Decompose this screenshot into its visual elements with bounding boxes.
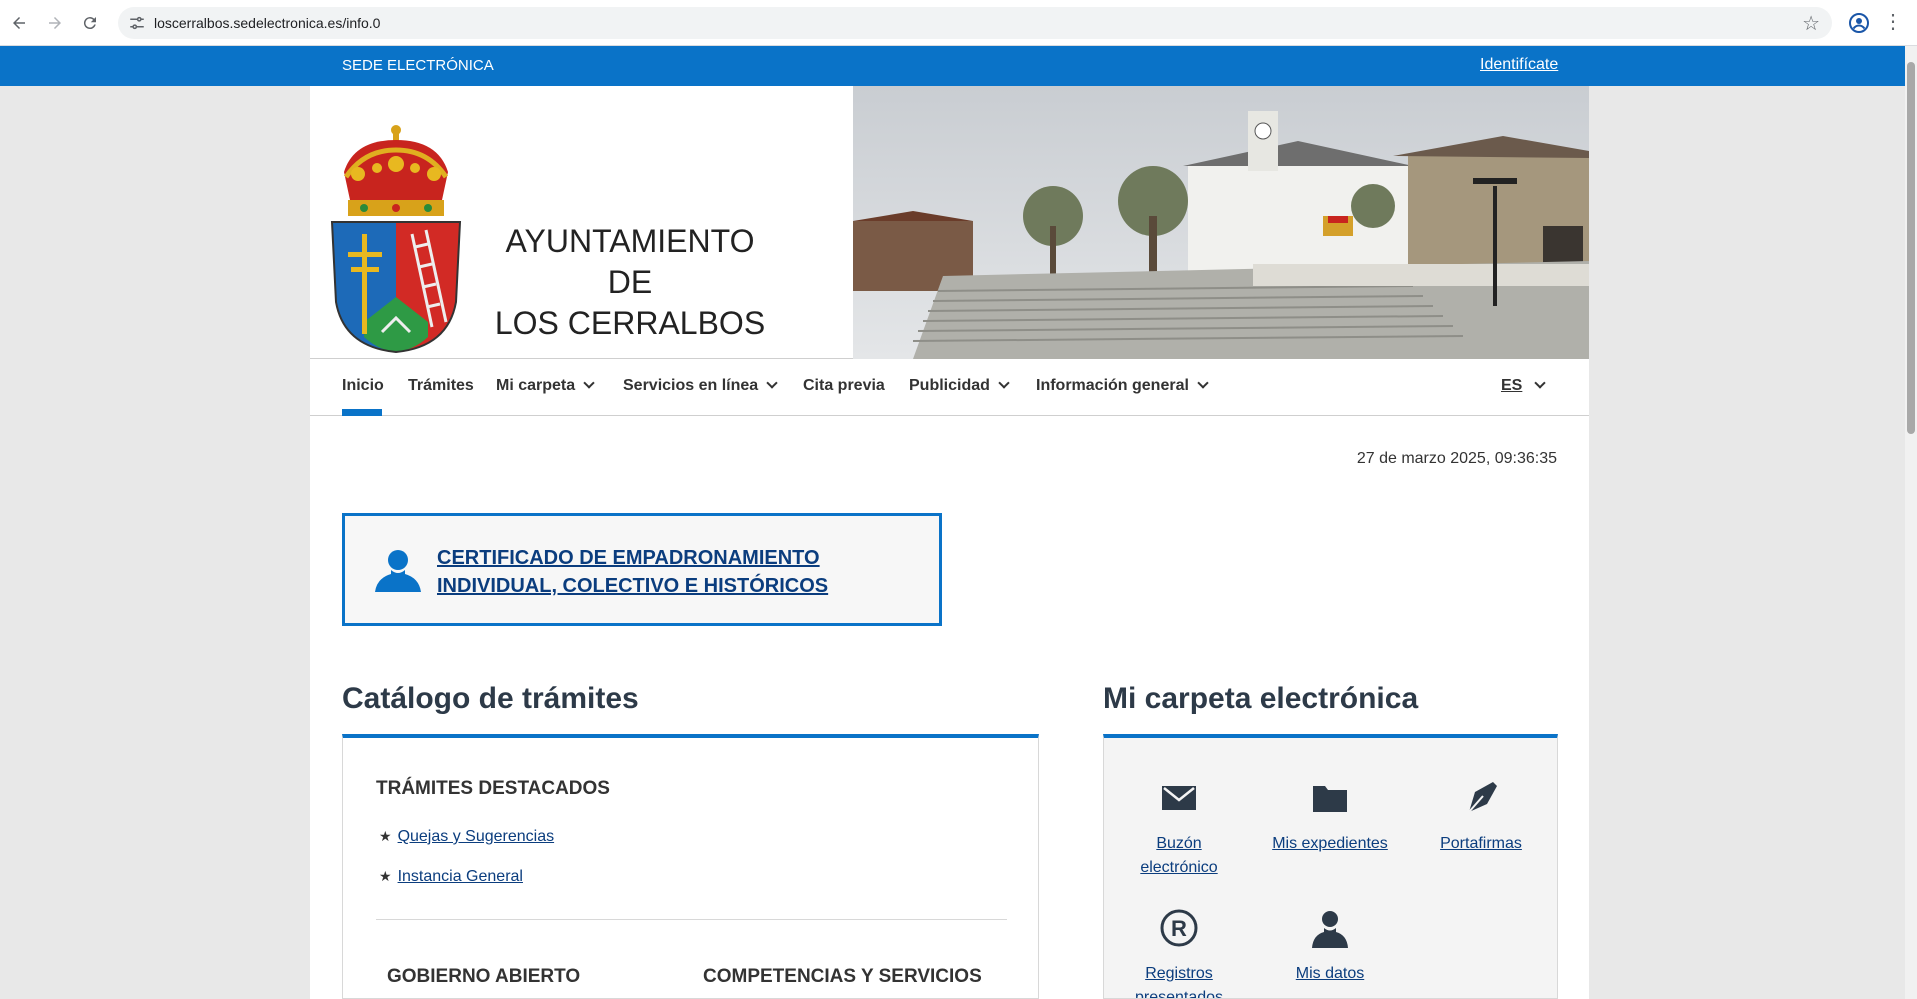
nav-active-indicator bbox=[342, 409, 382, 416]
registered-icon: R bbox=[1160, 909, 1198, 947]
town-name-line2: LOS CERRALBOS bbox=[494, 305, 766, 341]
site-header: AYUNTAMIENTO DE LOS CERRALBOS bbox=[310, 86, 1589, 359]
mis-datos-item[interactable]: Mis datos bbox=[1260, 908, 1400, 986]
town-name-line1: AYUNTAMIENTO DE bbox=[505, 223, 755, 300]
nav-servicios-en-linea[interactable]: Servicios en línea bbox=[623, 377, 778, 395]
nav-inicio[interactable]: Inicio bbox=[342, 377, 384, 395]
gobierno-abierto-heading[interactable]: GOBIERNO ABIERTO bbox=[387, 966, 580, 988]
certificado-empadronamiento-link[interactable]: CERTIFICADO DE EMPADRONAMIENTO INDIVIDUA… bbox=[437, 544, 877, 600]
login-link[interactable]: Identifícate bbox=[1480, 56, 1558, 74]
browser-toolbar: loscerralbos.sedelectronica.es/info.0 ☆ … bbox=[0, 0, 1917, 46]
section-divider bbox=[376, 919, 1007, 920]
address-bar[interactable]: loscerralbos.sedelectronica.es/info.0 ☆ bbox=[118, 7, 1832, 39]
envelope-icon bbox=[1162, 786, 1196, 810]
catalog-box: TRÁMITES DESTACADOS ★ Quejas y Sugerencia… bbox=[342, 734, 1039, 999]
page-container: AYUNTAMIENTO DE LOS CERRALBOS Inicio Trá… bbox=[310, 86, 1589, 999]
nav-mi-carpeta[interactable]: Mi carpeta bbox=[496, 377, 595, 395]
carpeta-box: Buzón electrónico Mis expedientes Portaf… bbox=[1103, 734, 1558, 999]
scrollbar-thumb[interactable] bbox=[1907, 62, 1915, 434]
pen-nib-icon bbox=[1468, 782, 1497, 813]
svg-text:R: R bbox=[1171, 916, 1187, 941]
coat-of-arms-logo[interactable] bbox=[324, 122, 468, 358]
current-datetime: 27 de marzo 2025, 09:36:35 bbox=[1356, 450, 1557, 467]
registros-presentados-link[interactable]: Registros presentados bbox=[1109, 962, 1249, 998]
chevron-down-icon bbox=[583, 377, 595, 389]
forward-icon[interactable] bbox=[43, 11, 67, 35]
portafirmas-link[interactable]: Portafirmas bbox=[1411, 832, 1551, 856]
highlighted-procedures-heading: TRÁMITES DESTACADOS bbox=[376, 778, 610, 799]
star-bullet-icon: ★ bbox=[379, 868, 392, 884]
mis-datos-link[interactable]: Mis datos bbox=[1260, 962, 1400, 986]
chevron-down-icon bbox=[1534, 377, 1547, 389]
nav-tramites[interactable]: Trámites bbox=[408, 377, 474, 395]
site-topbar: SEDE ELECTRÓNICA Identifícate bbox=[0, 46, 1905, 86]
mis-expedientes-link[interactable]: Mis expedientes bbox=[1260, 832, 1400, 856]
star-bullet-icon: ★ bbox=[379, 828, 392, 844]
town-name: AYUNTAMIENTO DE LOS CERRALBOS bbox=[480, 221, 780, 344]
back-icon[interactable] bbox=[7, 11, 31, 35]
competencias-servicios-heading[interactable]: COMPETENCIAS Y SERVICIOS bbox=[703, 966, 982, 988]
nav-cita-previa[interactable]: Cita previa bbox=[803, 377, 885, 395]
url-text[interactable]: loscerralbos.sedelectronica.es/info.0 bbox=[154, 15, 380, 31]
carpeta-title: Mi carpeta electrónica bbox=[1103, 682, 1419, 715]
list-item: ★ Instancia General bbox=[379, 868, 523, 886]
town-hall-photo bbox=[853, 86, 1589, 359]
buzon-electronico-item[interactable]: Buzón electrónico bbox=[1109, 778, 1249, 880]
bookmark-star-icon[interactable]: ☆ bbox=[1802, 11, 1820, 36]
chevron-down-icon bbox=[1197, 377, 1209, 389]
quejas-sugerencias-link[interactable]: Quejas y Sugerencias bbox=[398, 828, 555, 845]
main-nav: Inicio Trámites Mi carpeta Servicios en … bbox=[310, 359, 1589, 416]
kebab-menu-icon[interactable]: ⋮ bbox=[1881, 10, 1905, 34]
site-settings-icon[interactable] bbox=[128, 14, 146, 32]
instancia-general-link[interactable]: Instancia General bbox=[398, 868, 523, 885]
chevron-down-icon bbox=[998, 377, 1010, 389]
registros-presentados-item[interactable]: R Registros presentados bbox=[1109, 908, 1249, 998]
catalog-title: Catálogo de trámites bbox=[342, 682, 639, 715]
nav-publicidad[interactable]: Publicidad bbox=[909, 377, 1010, 395]
user-icon bbox=[1312, 911, 1348, 948]
user-icon bbox=[375, 550, 421, 592]
featured-procedure-box[interactable]: CERTIFICADO DE EMPADRONAMIENTO INDIVIDUA… bbox=[342, 513, 942, 626]
language-selector[interactable]: ES bbox=[1501, 377, 1547, 395]
buzon-electronico-link[interactable]: Buzón electrónico bbox=[1109, 832, 1249, 880]
portafirmas-item[interactable]: Portafirmas bbox=[1411, 778, 1551, 856]
chevron-down-icon bbox=[766, 377, 778, 389]
profile-icon[interactable] bbox=[1847, 11, 1871, 35]
mis-expedientes-item[interactable]: Mis expedientes bbox=[1260, 778, 1400, 856]
page-scrollbar[interactable] bbox=[1905, 46, 1917, 999]
reload-icon[interactable] bbox=[78, 11, 102, 35]
nav-informacion-general[interactable]: Información general bbox=[1036, 377, 1209, 395]
list-item: ★ Quejas y Sugerencias bbox=[379, 828, 554, 846]
folder-icon bbox=[1313, 786, 1347, 812]
sede-label: SEDE ELECTRÓNICA bbox=[342, 57, 494, 74]
